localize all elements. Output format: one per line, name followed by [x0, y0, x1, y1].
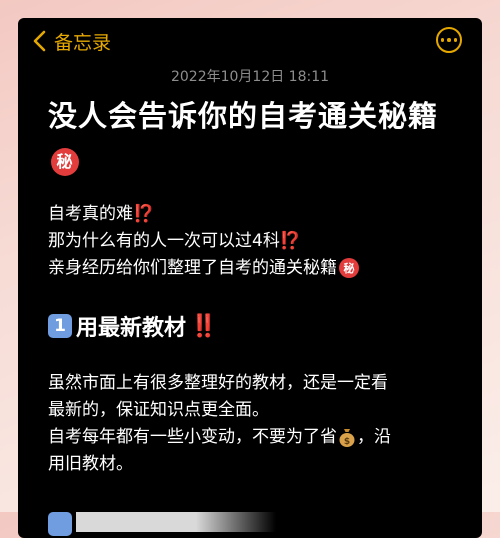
more-options-button[interactable] [436, 27, 462, 53]
note-title[interactable]: 没人会告诉你的自考通关秘籍秘 [48, 94, 458, 182]
note-screen: 备忘录 2022年10月12日 18:11 没人会告诉你的自考通关秘籍秘 自考真… [18, 18, 482, 538]
section-title: 用最新教材 [76, 316, 187, 341]
keycap-number-icon [48, 512, 72, 536]
chevron-left-icon [33, 30, 46, 52]
back-label: 备忘录 [54, 31, 112, 54]
intro-line: 亲身经历给你们整理了自考的通关秘籍秘 [48, 255, 468, 282]
intro-line-text: 那为什么有的人一次可以过4科 [48, 231, 280, 251]
paragraph-line-text: 自考每年都有一些小变动，不要为了省 [48, 427, 337, 447]
exclamation-question-icon: ⁉️ [133, 204, 155, 224]
section-paragraph[interactable]: 虽然市面上有很多整理好的教材，还是一定看 最新的，保证知识点更全面。 自考每年都… [48, 370, 468, 478]
dot [440, 38, 445, 42]
note-timestamp: 2022年10月12日 18:11 [170, 69, 330, 85]
note-title-text: 没人会告诉你的自考通关秘籍 [48, 99, 439, 133]
double-exclamation-icon: ‼️ [190, 313, 218, 339]
cut-off-section-heading [76, 512, 276, 532]
intro-line: 那为什么有的人一次可以过4科⁉️ [48, 228, 468, 255]
paragraph-line: 用旧教材。 [48, 454, 133, 474]
dot [447, 38, 451, 42]
keycap-number-icon: 1 [48, 314, 72, 338]
svg-text:$: $ [344, 437, 350, 447]
exclamation-question-icon: ⁉️ [279, 231, 301, 251]
money-bag-icon: $ [337, 426, 357, 448]
section-heading[interactable]: 1 用最新教材 ‼️ [48, 311, 217, 341]
secret-emoji-icon: 秘 [339, 258, 359, 278]
dot [453, 38, 458, 42]
intro-line-text: 亲身经历给你们整理了自考的通关秘籍 [48, 258, 337, 278]
intro-line-text: 自考真的难 [48, 204, 133, 224]
paragraph-line: 最新的，保证知识点更全面。 [48, 400, 269, 420]
intro-paragraph[interactable]: 自考真的难⁉️ 那为什么有的人一次可以过4科⁉️ 亲身经历给你们整理了自考的通关… [48, 201, 468, 282]
paragraph-line: 虽然市面上有很多整理好的教材，还是一定看 [48, 373, 388, 393]
paragraph-line-text: ，沿 [357, 427, 391, 447]
navigation-bar: 备忘录 [18, 18, 482, 64]
back-button[interactable]: 备忘录 [30, 26, 111, 56]
paragraph-line: 自考每年都有一些小变动，不要为了省 $ ，沿 [48, 424, 468, 451]
intro-line: 自考真的难⁉️ [48, 201, 468, 228]
secret-emoji-icon: 秘 [51, 148, 79, 176]
